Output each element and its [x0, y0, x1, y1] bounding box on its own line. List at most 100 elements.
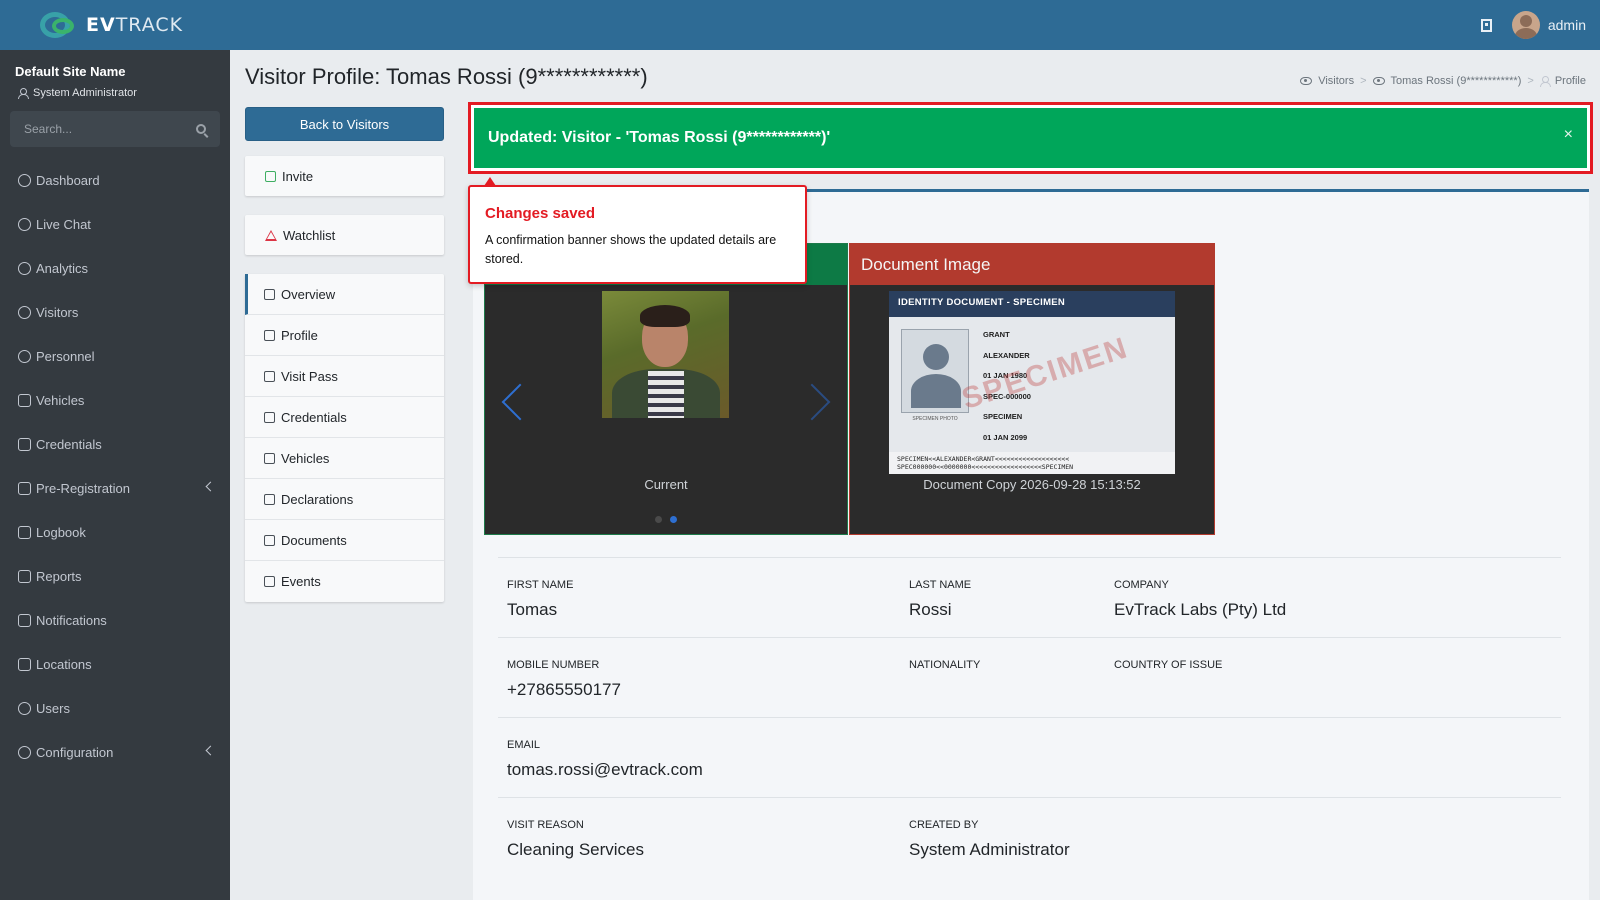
- page-title: Visitor Profile: Tomas Rossi (9*********…: [245, 64, 648, 89]
- pencil-icon: [264, 329, 275, 341]
- breadcrumb-visitor[interactable]: Tomas Rossi (9************): [1391, 75, 1522, 87]
- chevron-left-icon: [205, 745, 216, 756]
- profile-actions: Back to Visitors Invite Watchlist Overvi…: [245, 107, 444, 602]
- detail-row: EMAIL tomas.rossi@evtrack.com: [498, 717, 1561, 797]
- detail-row: MOBILE NUMBER +27865550177 NATIONALITY CO…: [498, 637, 1561, 717]
- email-label: EMAIL: [507, 739, 541, 751]
- invite-button[interactable]: Invite: [245, 156, 444, 196]
- sidebar-item-personnel[interactable]: Personnel: [0, 334, 230, 378]
- detail-row: FIRST NAME Tomas LAST NAME Rossi COMPANY Ev…: [498, 557, 1561, 637]
- site-name: Default Site Name: [15, 64, 126, 79]
- menu-item-events[interactable]: Events: [245, 561, 444, 602]
- car-icon: [18, 393, 31, 407]
- logo-icon: [40, 10, 80, 40]
- walking-icon: [264, 576, 275, 587]
- sidebar-item-logbook[interactable]: Logbook: [0, 510, 230, 554]
- document-image-header: Document Image: [850, 244, 1214, 285]
- id-card-icon: [18, 437, 31, 451]
- mobile-value: +27865550177: [507, 680, 621, 699]
- created-by-value: System Administrator: [909, 840, 1070, 859]
- id-photo-label: SPECIMEN PHOTO: [912, 416, 958, 422]
- reports-icon: [18, 569, 31, 583]
- building-icon[interactable]: [1480, 18, 1492, 32]
- menu-item-overview[interactable]: Overview: [245, 274, 444, 315]
- user-icon: [1539, 76, 1551, 87]
- menu-item-profile[interactable]: Profile: [245, 315, 444, 356]
- tooltip-title: Changes saved: [485, 205, 596, 222]
- breadcrumb-current: Profile: [1554, 75, 1586, 87]
- menu-item-declarations[interactable]: Declarations: [245, 479, 444, 520]
- sidebar-nav: Dashboard Live Chat Analytics Visitors P…: [0, 158, 230, 774]
- breadcrumb-separator: >: [1527, 75, 1534, 87]
- id-card-icon: [264, 411, 275, 423]
- alert-highlight: Updated: Visitor - 'Tomas Rossi (9******…: [468, 102, 1593, 174]
- table-icon: [264, 288, 275, 300]
- calendar-icon: [264, 370, 275, 382]
- first-name-value: Tomas: [507, 600, 558, 619]
- menu-item-visit-pass[interactable]: Visit Pass: [245, 356, 444, 397]
- sidebar-item-reports[interactable]: Reports: [0, 554, 230, 598]
- eye-icon: [18, 305, 31, 319]
- brand-logo[interactable]: EVTRACK: [0, 0, 230, 50]
- car-icon: [264, 452, 275, 464]
- search-input[interactable]: [24, 122, 174, 136]
- sidebar-item-credentials[interactable]: Credentials: [0, 422, 230, 466]
- message-icon: [18, 613, 31, 627]
- success-alert: Updated: Visitor - 'Tomas Rossi (9******…: [474, 108, 1587, 168]
- sidebar-item-pre-registration[interactable]: Pre-Registration: [0, 466, 230, 510]
- back-to-visitors-button[interactable]: Back to Visitors: [245, 107, 444, 141]
- calendar-plus-icon: [265, 170, 276, 182]
- sidebar-item-dashboard[interactable]: Dashboard: [0, 158, 230, 202]
- map-icon: [18, 657, 31, 671]
- carousel-dot-active[interactable]: [670, 516, 677, 523]
- brand-name: EVTRACK: [86, 14, 184, 36]
- user-menu[interactable]: admin: [1511, 11, 1586, 39]
- menu-item-vehicles[interactable]: Vehicles: [245, 438, 444, 479]
- eye-icon: [1372, 77, 1385, 85]
- alert-message: Updated: Visitor - 'Tomas Rossi (9******…: [488, 129, 831, 146]
- eye-icon: [1300, 77, 1313, 85]
- sidebar-item-analytics[interactable]: Analytics: [0, 246, 230, 290]
- mobile-label: MOBILE NUMBER: [507, 659, 600, 671]
- menu-item-documents[interactable]: Documents: [245, 520, 444, 561]
- arrows-icon: [18, 481, 31, 495]
- dashboard-icon: [18, 173, 31, 187]
- top-navbar: EVTRACK admin: [0, 0, 1600, 50]
- carousel-next-icon[interactable]: [793, 383, 831, 421]
- gear-icon: [18, 745, 31, 759]
- carousel-dot[interactable]: [655, 516, 662, 523]
- visit-reason-value: Cleaning Services: [507, 840, 645, 859]
- photo-caption: Current: [644, 477, 688, 492]
- last-name-value: Rossi: [909, 600, 952, 619]
- sidebar-item-live-chat[interactable]: Live Chat: [0, 202, 230, 246]
- breadcrumb: Visitors > Tomas Rossi (9************) >…: [1300, 75, 1586, 87]
- detail-row: VISIT REASON Cleaning Services CREATED BY…: [498, 797, 1561, 877]
- carousel-prev-icon[interactable]: [501, 383, 539, 421]
- tooltip-body: A confirmation banner shows the updated …: [485, 233, 777, 267]
- document-caption: Document Copy 2026-09-28 15:13:52: [923, 477, 1141, 492]
- sidebar-item-configuration[interactable]: Configuration: [0, 730, 230, 774]
- close-icon[interactable]: ×: [1564, 126, 1573, 144]
- chevron-left-icon: [205, 481, 216, 492]
- analytics-icon: [18, 261, 31, 275]
- nationality-label: NATIONALITY: [909, 659, 981, 671]
- sidebar-item-visitors[interactable]: Visitors: [0, 290, 230, 334]
- sidebar-item-locations[interactable]: Locations: [0, 642, 230, 686]
- breadcrumb-visitors[interactable]: Visitors: [1318, 75, 1354, 87]
- file-icon: [264, 534, 275, 546]
- sidebar-item-users[interactable]: Users: [0, 686, 230, 730]
- sidebar: Default Site Name System Administrator D…: [0, 50, 230, 900]
- watchlist-button[interactable]: Watchlist: [245, 215, 444, 255]
- id-mrz: SPECIMEN<<ALEXANDER<GRANT<<<<<<<<<<<<<<<…: [889, 452, 1175, 474]
- headset-icon: [18, 217, 31, 231]
- last-name-label: LAST NAME: [909, 579, 972, 591]
- menu-item-credentials[interactable]: Credentials: [245, 397, 444, 438]
- visit-reason-label: VISIT REASON: [507, 819, 584, 831]
- sidebar-item-notifications[interactable]: Notifications: [0, 598, 230, 642]
- search-icon[interactable]: [196, 124, 206, 134]
- document-image-card: Document Image IDENTITY DOCUMENT - SPECI…: [849, 243, 1215, 535]
- id-photo-placeholder: [901, 329, 969, 413]
- sidebar-item-vehicles[interactable]: Vehicles: [0, 378, 230, 422]
- warning-icon: [265, 229, 277, 241]
- identity-document-image[interactable]: IDENTITY DOCUMENT - SPECIMEN SPECIMEN PH…: [889, 291, 1175, 474]
